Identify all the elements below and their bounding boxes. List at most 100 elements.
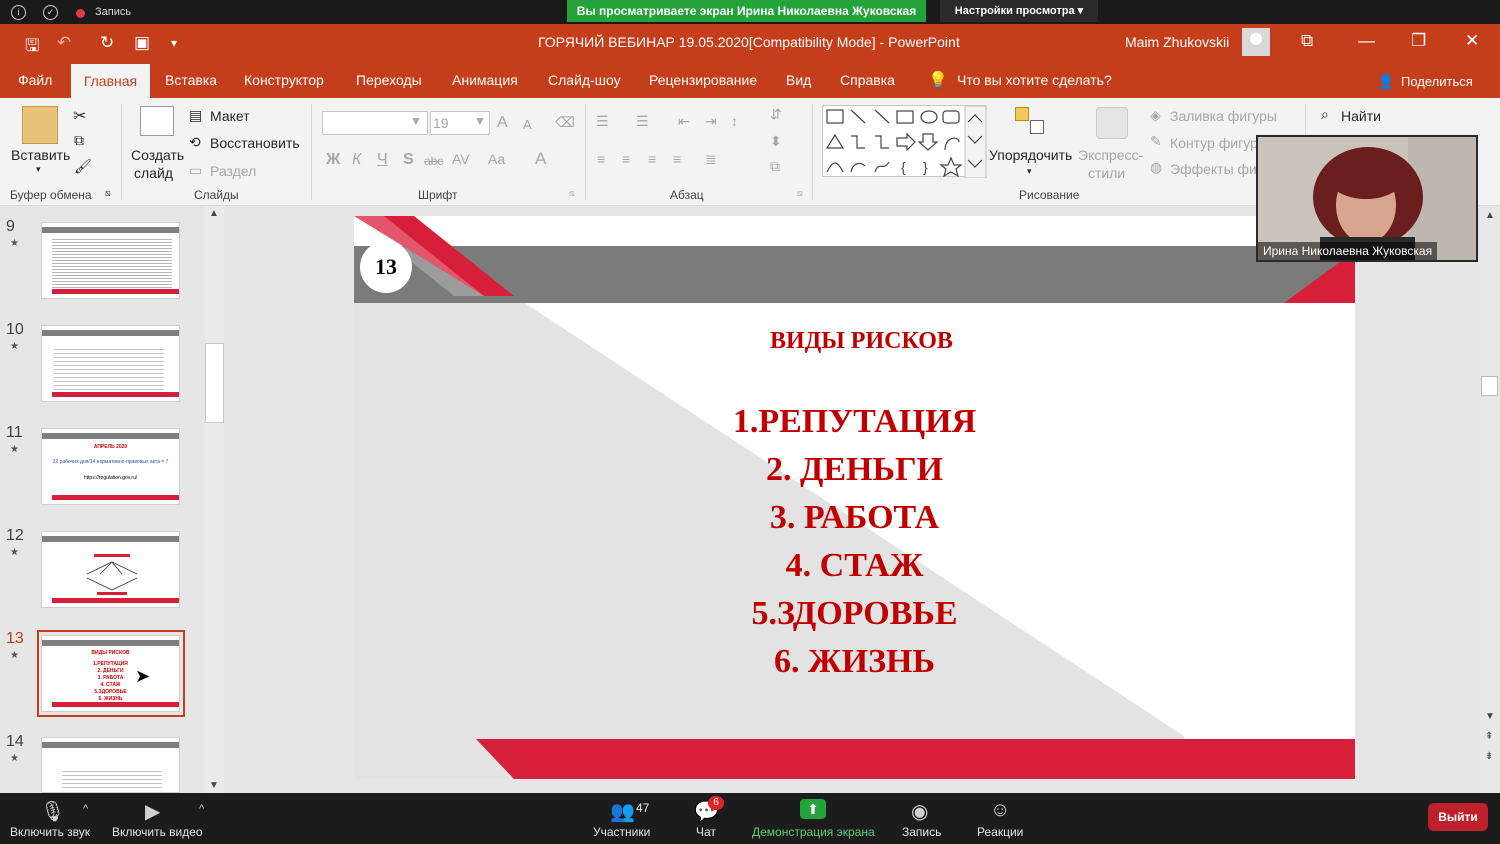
reactions-button[interactable]: Реакции (977, 825, 1023, 839)
paste-icon[interactable] (22, 106, 58, 144)
slide-thumbnail[interactable] (41, 531, 180, 608)
font-launcher-icon[interactable]: ⧅ (569, 188, 575, 199)
scroll-up-icon[interactable]: ▲ (1485, 210, 1495, 221)
audio-options-icon[interactable]: ^ (83, 803, 88, 815)
leave-button[interactable]: Выйти (1428, 803, 1488, 831)
risk-item[interactable]: 1.РЕПУТАЦИЯ (354, 403, 1355, 441)
slideshow-start-icon[interactable]: ▣ (134, 33, 150, 53)
cut-icon[interactable]: ✂ (73, 106, 86, 126)
save-icon[interactable]: 🖫 (25, 33, 39, 62)
video-off-icon[interactable]: ▶ (145, 799, 160, 824)
start-video-button[interactable]: Включить видео (112, 825, 203, 839)
slide-canvas[interactable]: 13 ВИДЫ РИСКОВ 1.РЕПУТАЦИЯ 2. ДЕНЬГИ 3. … (354, 216, 1355, 779)
align-center-icon[interactable]: ≡ (622, 151, 630, 167)
shapes-gallery[interactable]: { } (822, 105, 987, 179)
slide-thumbnail[interactable]: АПРЕЛЬ 2020 22 рабочих дня/14 нормативно… (41, 428, 180, 505)
risk-item[interactable]: 4. СТАЖ (354, 547, 1355, 585)
record-icon[interactable]: ◉ (911, 799, 928, 824)
risk-item[interactable]: 5.ЗДОРОВЬЕ (354, 595, 1355, 633)
restore-icon[interactable]: ❐ (1411, 31, 1426, 51)
thumbnail-scrollbar[interactable]: ▲ ▼ (205, 206, 224, 793)
unmute-button[interactable]: Включить звук (10, 825, 90, 839)
scroll-up-icon[interactable]: ▲ (209, 208, 219, 219)
edit-scrollbar[interactable]: ▲ ▼ ⇞ ⇟ (1480, 206, 1500, 793)
reset-icon[interactable]: ⟲ (189, 134, 201, 151)
redo-icon[interactable]: ↻ (100, 33, 114, 53)
clipboard-launcher-icon[interactable]: ⧅ (105, 188, 111, 199)
previous-slide-icon[interactable]: ⇞ (1485, 731, 1493, 742)
tab-animations[interactable]: Анимация (452, 72, 518, 88)
scroll-down-icon[interactable]: ▼ (1485, 711, 1495, 722)
shrink-font-icon[interactable]: A (523, 117, 532, 132)
share-screen-icon[interactable]: ⬆ (800, 799, 826, 819)
user-avatar[interactable] (1242, 28, 1270, 56)
minimize-icon[interactable]: — (1358, 31, 1375, 51)
change-case-icon[interactable]: Aa (488, 151, 505, 167)
tell-me-input[interactable]: Что вы хотите сделать? (957, 72, 1112, 88)
copy-icon[interactable]: ⧉ (74, 132, 84, 149)
slide-thumbnail-selected[interactable]: ВИДЫ РИСКОВ 1.РЕПУТАЦИЯ 2. ДЕНЬГИ 3. РАБ… (41, 635, 180, 712)
line-spacing-icon[interactable]: ↕ (731, 113, 738, 129)
grow-font-icon[interactable]: A (497, 114, 508, 132)
ribbon-display-icon[interactable]: ⧉ (1301, 31, 1313, 51)
undo-icon[interactable]: ↶ (57, 33, 71, 53)
layout-button[interactable]: Макет (210, 108, 250, 124)
tab-file[interactable]: Файл (18, 72, 52, 88)
shape-outline-button[interactable]: Контур фигур (1170, 135, 1258, 151)
thumbnail-scroll-thumb[interactable] (205, 343, 224, 423)
slide-thumbnail[interactable] (41, 737, 180, 793)
tab-view[interactable]: Вид (786, 72, 811, 88)
slide-thumbnail[interactable] (41, 222, 180, 299)
microphone-muted-icon[interactable]: 🎙 (40, 799, 65, 824)
justify-icon[interactable]: ≡ (673, 151, 681, 167)
shape-effects-icon[interactable]: ◍ (1150, 159, 1162, 176)
risk-item[interactable]: 2. ДЕНЬГИ (354, 451, 1355, 489)
new-slide-label-2[interactable]: слайд (134, 165, 173, 181)
customize-qat-icon[interactable]: ▾ (171, 36, 177, 50)
shape-fill-icon[interactable]: ◈ (1150, 107, 1161, 124)
shape-effects-button[interactable]: Эффекты фиг (1170, 161, 1262, 177)
font-color-icon[interactable]: A (535, 149, 546, 169)
align-right-icon[interactable]: ≡ (648, 151, 656, 167)
shadow-button[interactable]: S (403, 151, 414, 169)
paste-dropdown-icon[interactable]: ▾ (36, 164, 41, 175)
section-button[interactable]: Раздел (210, 163, 256, 179)
shape-fill-button[interactable]: Заливка фигуры (1170, 108, 1277, 124)
slide-title[interactable]: ВИДЫ РИСКОВ (354, 328, 1355, 355)
bullets-icon[interactable]: ☰ (596, 113, 609, 130)
record-button[interactable]: Запись (902, 825, 941, 839)
quick-styles-label-2[interactable]: стили (1088, 165, 1125, 181)
participants-icon[interactable]: 👥 (610, 799, 635, 824)
edit-scroll-thumb[interactable] (1481, 376, 1498, 396)
paste-button[interactable]: Вставить (11, 147, 70, 163)
strikethrough-button[interactable]: abc (424, 154, 443, 168)
arrange-icon[interactable] (1015, 107, 1029, 121)
close-icon[interactable]: ✕ (1465, 31, 1479, 51)
columns-icon[interactable]: ≣ (705, 151, 717, 168)
video-options-icon[interactable]: ^ (199, 803, 204, 815)
tab-help[interactable]: Справка (840, 72, 895, 88)
info-icon[interactable]: i (11, 5, 26, 20)
risk-item[interactable]: 3. РАБОТА (354, 499, 1355, 537)
layout-icon[interactable]: ▤ (189, 107, 202, 124)
format-painter-icon[interactable]: 🖌 (74, 158, 92, 175)
smartart-icon[interactable]: ⧉ (770, 158, 780, 175)
tab-review[interactable]: Рецензирование (649, 72, 757, 88)
bold-button[interactable]: Ж (326, 151, 340, 169)
share-button[interactable]: Поделиться (1401, 74, 1473, 89)
share-person-icon[interactable]: 👤 (1377, 73, 1394, 90)
next-slide-icon[interactable]: ⇟ (1485, 751, 1493, 762)
tab-design[interactable]: Конструктор (244, 72, 324, 88)
italic-button[interactable]: К (352, 151, 361, 169)
tab-slideshow[interactable]: Слайд-шоу (548, 72, 621, 88)
webcam-video[interactable]: Ирина Николаевна Жуковская (1256, 135, 1478, 262)
tab-home[interactable]: Главная (71, 64, 150, 98)
find-icon[interactable]: ⌕ (1321, 106, 1329, 123)
tab-transitions[interactable]: Переходы (356, 72, 422, 88)
new-slide-button[interactable]: Создать (131, 147, 184, 163)
participants-button[interactable]: Участники (593, 825, 650, 839)
share-screen-button[interactable]: Демонстрация экрана (752, 825, 875, 839)
numbering-icon[interactable]: ☰ (636, 113, 649, 130)
reset-button[interactable]: Восстановить (210, 135, 300, 151)
align-left-icon[interactable]: ≡ (597, 151, 605, 167)
